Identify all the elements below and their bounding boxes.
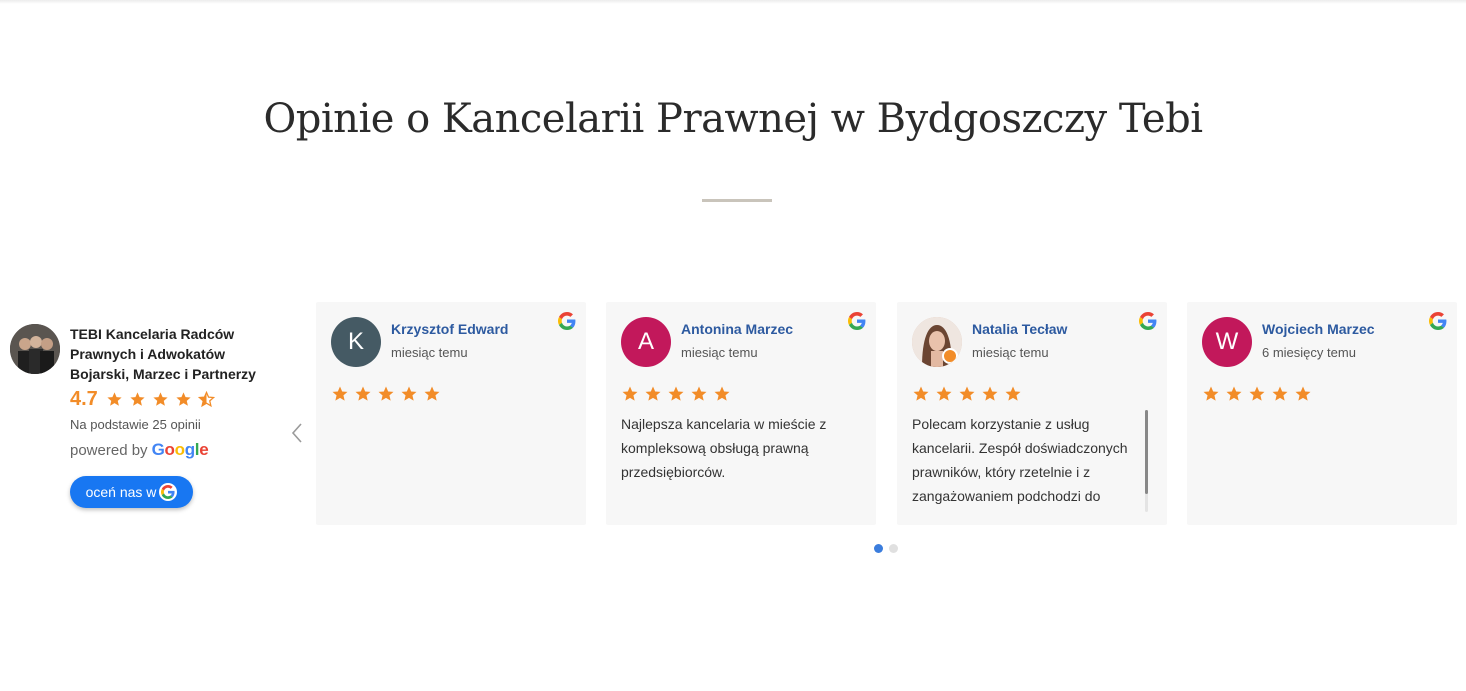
carousel-pagination [874, 544, 904, 553]
star-icon [936, 386, 952, 401]
rate-button-label: oceń nas w [85, 484, 157, 500]
star-icon [913, 386, 929, 401]
reviewer-name[interactable]: Krzysztof Edward [391, 321, 508, 337]
review-text: Najlepsza kancelaria w mieście z komplek… [621, 416, 827, 480]
star-icon [1203, 386, 1219, 401]
reviewer-name[interactable]: Natalia Tecław [972, 321, 1067, 337]
rating-value: 4.7 [70, 387, 98, 410]
review-stars [621, 385, 736, 403]
review-scrollbar-thumb[interactable] [1145, 410, 1148, 494]
star-icon [332, 386, 348, 401]
star-icon [622, 386, 638, 401]
prev-slide-chevron-left-icon[interactable] [287, 420, 307, 446]
google-wordmark: Google [151, 440, 209, 459]
review-time: 6 miesięcy temu [1262, 345, 1356, 360]
reviewer-avatar: K [331, 317, 381, 367]
star-icon [1295, 386, 1311, 401]
review-stars [1202, 385, 1317, 403]
review-time: miesiąc temu [391, 345, 468, 360]
star-icon [130, 391, 145, 406]
star-icon [355, 386, 371, 401]
review-stars [331, 385, 446, 403]
star-icon [1226, 386, 1242, 401]
google-g-icon [558, 312, 576, 330]
star-half-icon [197, 390, 215, 407]
star-icon [982, 386, 998, 401]
pagination-dot-active[interactable] [874, 544, 883, 553]
reviewer-name[interactable]: Wojciech Marzec [1262, 321, 1375, 337]
review-count: Na podstawie 25 opinii [70, 417, 201, 432]
review-text: Polecam korzystanie z usług kancelarii. … [912, 416, 1128, 504]
review-card: K Krzysztof Edward miesiąc temu [316, 302, 586, 525]
business-avatar [10, 324, 60, 374]
pagination-dot[interactable] [889, 544, 898, 553]
powered-by-label: powered by [70, 441, 148, 459]
page-title: Opinie o Kancelarii Prawnej w Bydgoszczy… [263, 96, 1203, 142]
reviewer-avatar: A [621, 317, 671, 367]
business-name: TEBI Kancelaria Radców Prawnych i Adwoka… [70, 326, 256, 382]
rating-row: 4.7 [70, 386, 221, 412]
reviewer-avatar: W [1202, 317, 1252, 367]
star-icon [691, 386, 707, 401]
google-g-icon [848, 312, 866, 330]
reviewer-avatar-photo [912, 317, 962, 367]
star-icon [1005, 386, 1021, 401]
review-stars [912, 385, 1027, 403]
rate-us-on-google-button[interactable]: oceń nas w [70, 476, 193, 508]
summary-stars [106, 390, 221, 408]
star-icon [959, 386, 975, 401]
star-icon [401, 386, 417, 401]
star-icon [176, 391, 191, 406]
top-shadow [0, 0, 1466, 4]
star-icon [153, 391, 168, 406]
title-divider [702, 199, 772, 202]
star-icon [378, 386, 394, 401]
star-icon [645, 386, 661, 401]
google-g-icon [159, 483, 178, 501]
star-icon [424, 386, 440, 401]
review-time: miesiąc temu [681, 345, 758, 360]
review-time: miesiąc temu [972, 345, 1049, 360]
review-card: Natalia Tecław miesiąc temu Polecam korz… [897, 302, 1167, 525]
star-icon [668, 386, 684, 401]
review-card: A Antonina Marzec miesiąc temu Najlepsza… [606, 302, 876, 525]
google-g-icon [1429, 312, 1447, 330]
star-icon [714, 386, 730, 401]
star-icon [1249, 386, 1265, 401]
review-card: W Wojciech Marzec 6 miesięcy temu [1187, 302, 1457, 525]
google-g-icon [1139, 312, 1157, 330]
star-icon [1272, 386, 1288, 401]
star-icon [107, 391, 122, 406]
reviewer-name[interactable]: Antonina Marzec [681, 321, 793, 337]
powered-by-google: powered by Google [70, 440, 209, 460]
